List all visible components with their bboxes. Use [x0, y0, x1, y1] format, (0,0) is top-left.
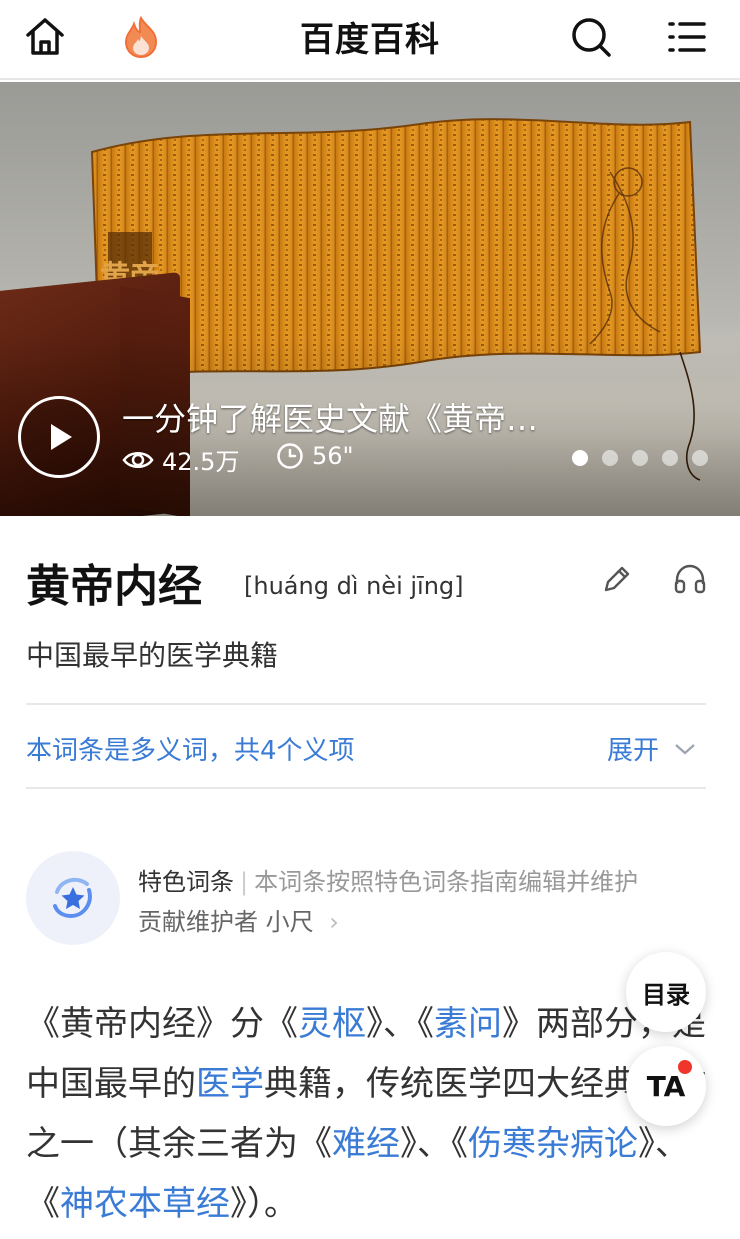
ta-label: TA [646, 1069, 686, 1103]
feature-description: 本词条按照特色词条指南编辑并维护 [254, 868, 639, 896]
expand-button[interactable]: 展开 [607, 730, 697, 767]
text-segment: 》、《 [400, 1124, 468, 1164]
carousel-dot-4[interactable] [662, 450, 678, 466]
pencil-icon[interactable] [600, 562, 634, 596]
play-icon [51, 424, 72, 450]
maintainer-text: 贡献维护者 小尺 [138, 908, 314, 936]
chevron-down-icon [675, 743, 695, 754]
entry-pinyin: [huáng dì nèi jīng] [244, 572, 464, 600]
maintainer-link[interactable]: 贡献维护者 小尺 › [138, 902, 339, 937]
feature-entry-info: 特色词条 | 本词条按照特色词条指南编辑并维护 [138, 862, 638, 897]
feature-label: 特色词条 [138, 868, 234, 896]
link-shanghan[interactable]: 伤寒杂病论 [468, 1124, 638, 1164]
video-duration: 56" [276, 442, 354, 470]
ta-button[interactable]: TA [626, 1046, 706, 1126]
carousel-dot-3[interactable] [632, 450, 648, 466]
notification-dot [678, 1060, 692, 1074]
divider [26, 703, 706, 705]
link-nanjing[interactable]: 难经 [332, 1124, 400, 1164]
video-title[interactable]: 一分钟了解医史文献《黄帝… [122, 394, 538, 440]
expand-label: 展开 [607, 736, 660, 766]
app-title: 百度百科 [300, 20, 440, 60]
carousel-dots [572, 450, 708, 466]
link-lingshu[interactable]: 灵枢 [298, 1004, 366, 1044]
toc-label: 目录 [642, 980, 690, 1009]
play-button[interactable] [18, 396, 100, 478]
entry-subtitle: 中国最早的医学典籍 [26, 639, 279, 672]
text-segment: 》、《 [366, 1004, 434, 1044]
star-badge-icon [26, 851, 120, 945]
carousel-dot-1[interactable] [572, 450, 588, 466]
carousel-dot-5[interactable] [692, 450, 708, 466]
text-segment: 》）。 [230, 1184, 298, 1224]
clock-icon [277, 443, 303, 469]
headphones-icon[interactable] [672, 562, 708, 596]
duration-value: 56" [312, 442, 354, 470]
search-icon[interactable] [568, 14, 614, 60]
chevron-right-icon: › [329, 908, 339, 936]
top-nav-bar: 百度百科 [0, 0, 740, 80]
link-shennong[interactable]: 神农本草经 [60, 1184, 230, 1224]
entry-title: 黄帝内经 [26, 561, 202, 612]
intro-paragraph: 《黄帝内经》分《灵枢》、《素问》两部分，是中国最早的医学典籍，传统医学四大经典著… [26, 994, 716, 1234]
view-count: 42.5万 [122, 442, 239, 477]
separator: | [240, 868, 249, 896]
view-count-value: 42.5万 [162, 448, 240, 476]
eye-icon [122, 451, 154, 468]
toc-button[interactable]: 目录 [626, 952, 706, 1032]
text-segment: 《黄帝内经》分《 [26, 1004, 298, 1044]
link-yixue[interactable]: 医学 [196, 1064, 264, 1104]
link-suwen[interactable]: 素问 [434, 1004, 502, 1044]
carousel-dot-2[interactable] [602, 450, 618, 466]
polysemy-notice[interactable]: 本词条是多义词，共4个义项 [26, 730, 355, 767]
menu-icon[interactable] [664, 14, 710, 60]
divider [26, 787, 706, 789]
